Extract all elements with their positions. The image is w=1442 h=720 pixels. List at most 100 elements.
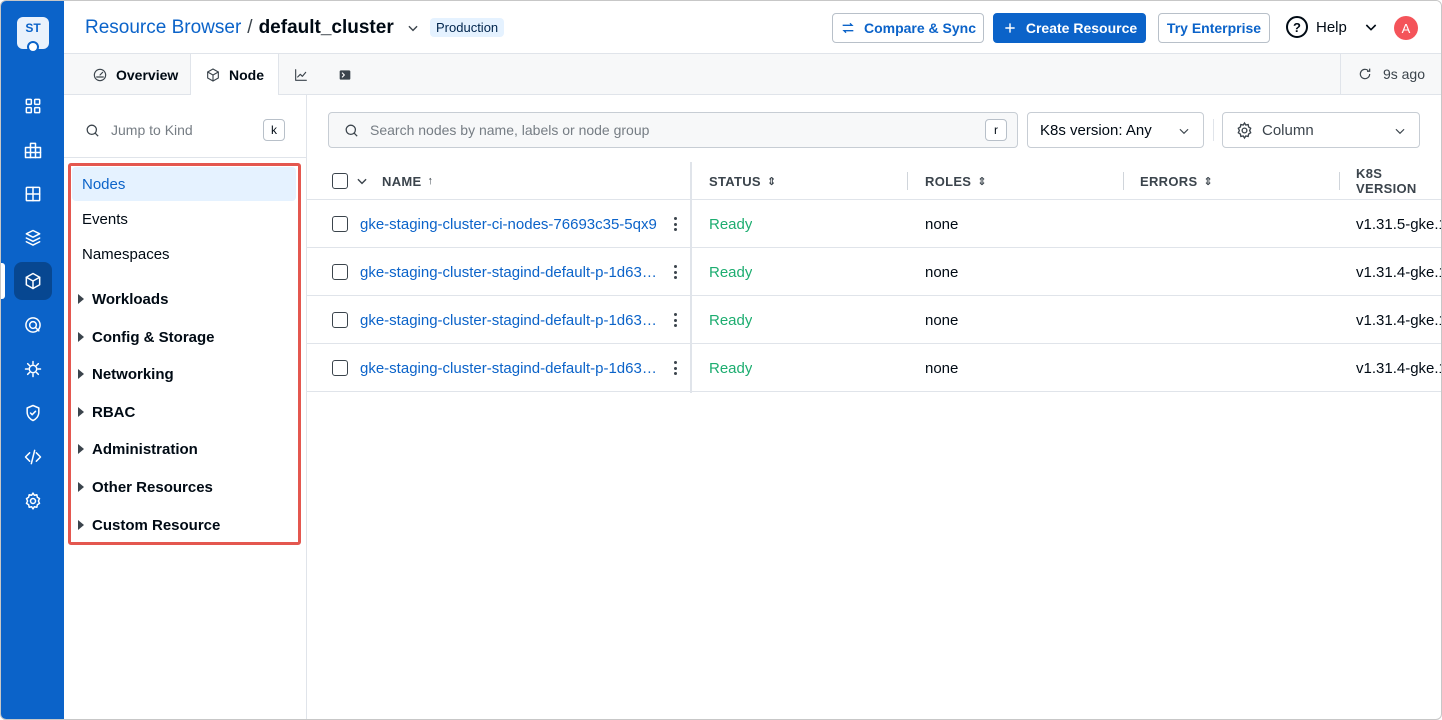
- tab-node[interactable]: Node: [190, 54, 279, 95]
- node-roles: none: [925, 215, 959, 233]
- sort-icon: ⇕: [1203, 175, 1213, 188]
- row-kebab-menu-icon[interactable]: [673, 265, 677, 279]
- column-header-errors[interactable]: ERRORS ⇕: [1140, 162, 1213, 200]
- tab-bar: Overview Node 9s ago: [64, 54, 1441, 95]
- k8s-version-value: K8s version: Any: [1040, 121, 1152, 139]
- cube-icon[interactable]: [14, 262, 52, 300]
- app-logo[interactable]: ST: [17, 17, 49, 53]
- column-header-label: ERRORS: [1140, 173, 1198, 189]
- column-header-status[interactable]: STATUS ⇕: [709, 162, 776, 200]
- help-question-icon: ?: [1286, 16, 1308, 38]
- table-row[interactable]: gke-staging-cluster-stagind-default-p-1d…: [307, 344, 1441, 392]
- logo-text: ST: [25, 21, 41, 35]
- table-row[interactable]: gke-staging-cluster-ci-nodes-76693c35-5q…: [307, 200, 1441, 248]
- sort-icon: ⇕: [766, 175, 777, 188]
- help-chevron-down-icon: [1365, 24, 1377, 31]
- create-resource-button[interactable]: Create Resource: [993, 13, 1146, 43]
- rail-active-indicator: [1, 263, 5, 299]
- swap-arrows-icon: [842, 22, 854, 34]
- table-row[interactable]: gke-staging-cluster-stagind-default-p-1d…: [307, 296, 1441, 344]
- tab-terminal[interactable]: [323, 54, 367, 95]
- plus-icon: [1005, 23, 1015, 33]
- dashboard-icon[interactable]: [14, 175, 52, 213]
- column-header-label: STATUS: [709, 173, 761, 189]
- code-icon[interactable]: [14, 438, 52, 476]
- row-kebab-menu-icon[interactable]: [673, 313, 677, 327]
- jump-to-kind-input[interactable]: Jump to Kind k: [80, 115, 285, 145]
- shield-check-icon[interactable]: [14, 394, 52, 432]
- apps-icon[interactable]: [14, 87, 52, 125]
- search-icon: [86, 124, 99, 137]
- column-header-roles[interactable]: ROLES ⇕: [925, 162, 987, 200]
- row-kebab-menu-icon[interactable]: [673, 217, 677, 231]
- column-divider[interactable]: [907, 172, 908, 190]
- tab-overview[interactable]: Overview: [78, 54, 192, 95]
- select-all-checkbox[interactable]: [332, 173, 348, 189]
- node-search-input[interactable]: Search nodes by name, labels or node gro…: [328, 112, 1018, 148]
- column-divider[interactable]: [1123, 172, 1124, 190]
- breadcrumb-separator: /: [247, 17, 253, 38]
- cube-icon: [207, 67, 219, 82]
- chevron-down-icon: [1179, 128, 1189, 135]
- bug-icon[interactable]: [14, 350, 52, 388]
- column-header-label: ROLES: [925, 173, 972, 189]
- column-header-name[interactable]: NAME ↑: [382, 162, 433, 200]
- gear-icon[interactable]: [14, 482, 52, 520]
- column-header-k8s-version[interactable]: K8S VERSION: [1356, 162, 1441, 200]
- target-icon[interactable]: [14, 306, 52, 344]
- breadcrumb-root-link[interactable]: Resource Browser: [85, 17, 241, 39]
- environment-badge: Production: [430, 18, 505, 37]
- node-search-placeholder: Search nodes by name, labels or node gro…: [370, 122, 650, 138]
- row-checkbox[interactable]: [332, 216, 348, 232]
- tab-overview-label: Overview: [116, 66, 179, 83]
- row-checkbox[interactable]: [332, 360, 348, 376]
- sort-ascending-icon: ↑: [427, 175, 434, 187]
- last-synced-label: 9s ago: [1382, 66, 1426, 82]
- row-checkbox[interactable]: [332, 312, 348, 328]
- compare-sync-label: Compare & Sync: [863, 20, 977, 36]
- row-kebab-menu-icon[interactable]: [673, 361, 677, 375]
- highlight-annotation-box: [68, 163, 301, 545]
- node-name-link[interactable]: gke-staging-cluster-stagind-default-p-1d…: [360, 248, 660, 296]
- column-header-label: NAME: [382, 173, 422, 189]
- user-avatar[interactable]: A: [1394, 16, 1418, 40]
- search-shortcut-key: r: [985, 119, 1007, 141]
- logo-chip-icon: [27, 41, 39, 53]
- node-status: Ready: [709, 215, 753, 233]
- column-select[interactable]: Column: [1222, 112, 1420, 148]
- last-synced[interactable]: 9s ago: [1340, 54, 1441, 94]
- column-divider[interactable]: [1339, 172, 1340, 190]
- help-label: Help: [1316, 18, 1347, 36]
- table-row[interactable]: gke-staging-cluster-stagind-default-p-1d…: [307, 248, 1441, 296]
- app-window: ST Resource Browser / default_cluster Pr…: [0, 0, 1442, 720]
- cluster-name[interactable]: default_cluster: [259, 17, 394, 39]
- compare-sync-button[interactable]: Compare & Sync: [832, 13, 984, 43]
- node-status: Ready: [709, 359, 753, 377]
- gear-icon: [1237, 121, 1252, 139]
- top-header: Resource Browser / default_cluster Produ…: [64, 1, 1441, 54]
- row-checkbox[interactable]: [332, 264, 348, 280]
- search-icon: [345, 124, 358, 137]
- chevron-down-icon: [1395, 128, 1405, 135]
- node-roles: none: [925, 359, 959, 377]
- bulk-select-chevron-down-icon[interactable]: [355, 174, 369, 188]
- grid-chart-icon[interactable]: [14, 131, 52, 169]
- stack-icon[interactable]: [14, 219, 52, 257]
- try-enterprise-label: Try Enterprise: [1166, 20, 1262, 36]
- node-name-link[interactable]: gke-staging-cluster-stagind-default-p-1d…: [360, 296, 660, 344]
- tab-monitoring[interactable]: [279, 54, 323, 95]
- try-enterprise-button[interactable]: Try Enterprise: [1158, 13, 1270, 43]
- resource-kind-sidebar: Jump to Kind k Nodes Events Namespaces W…: [64, 95, 307, 719]
- column-select-label: Column: [1262, 121, 1314, 139]
- help-menu[interactable]: ? Help: [1286, 16, 1379, 38]
- node-status: Ready: [709, 311, 753, 329]
- node-status: Ready: [709, 263, 753, 281]
- node-name-link[interactable]: gke-staging-cluster-ci-nodes-76693c35-5q…: [360, 200, 660, 248]
- tab-node-label: Node: [229, 66, 264, 83]
- jump-to-kind-placeholder: Jump to Kind: [111, 122, 193, 138]
- node-name-link[interactable]: gke-staging-cluster-stagind-default-p-1d…: [360, 344, 660, 392]
- cluster-chevron-down-icon[interactable]: [406, 21, 420, 35]
- dashboard-gauge-icon: [93, 68, 107, 81]
- jump-shortcut-key: k: [263, 119, 285, 141]
- k8s-version-select[interactable]: K8s version: Any: [1027, 112, 1204, 148]
